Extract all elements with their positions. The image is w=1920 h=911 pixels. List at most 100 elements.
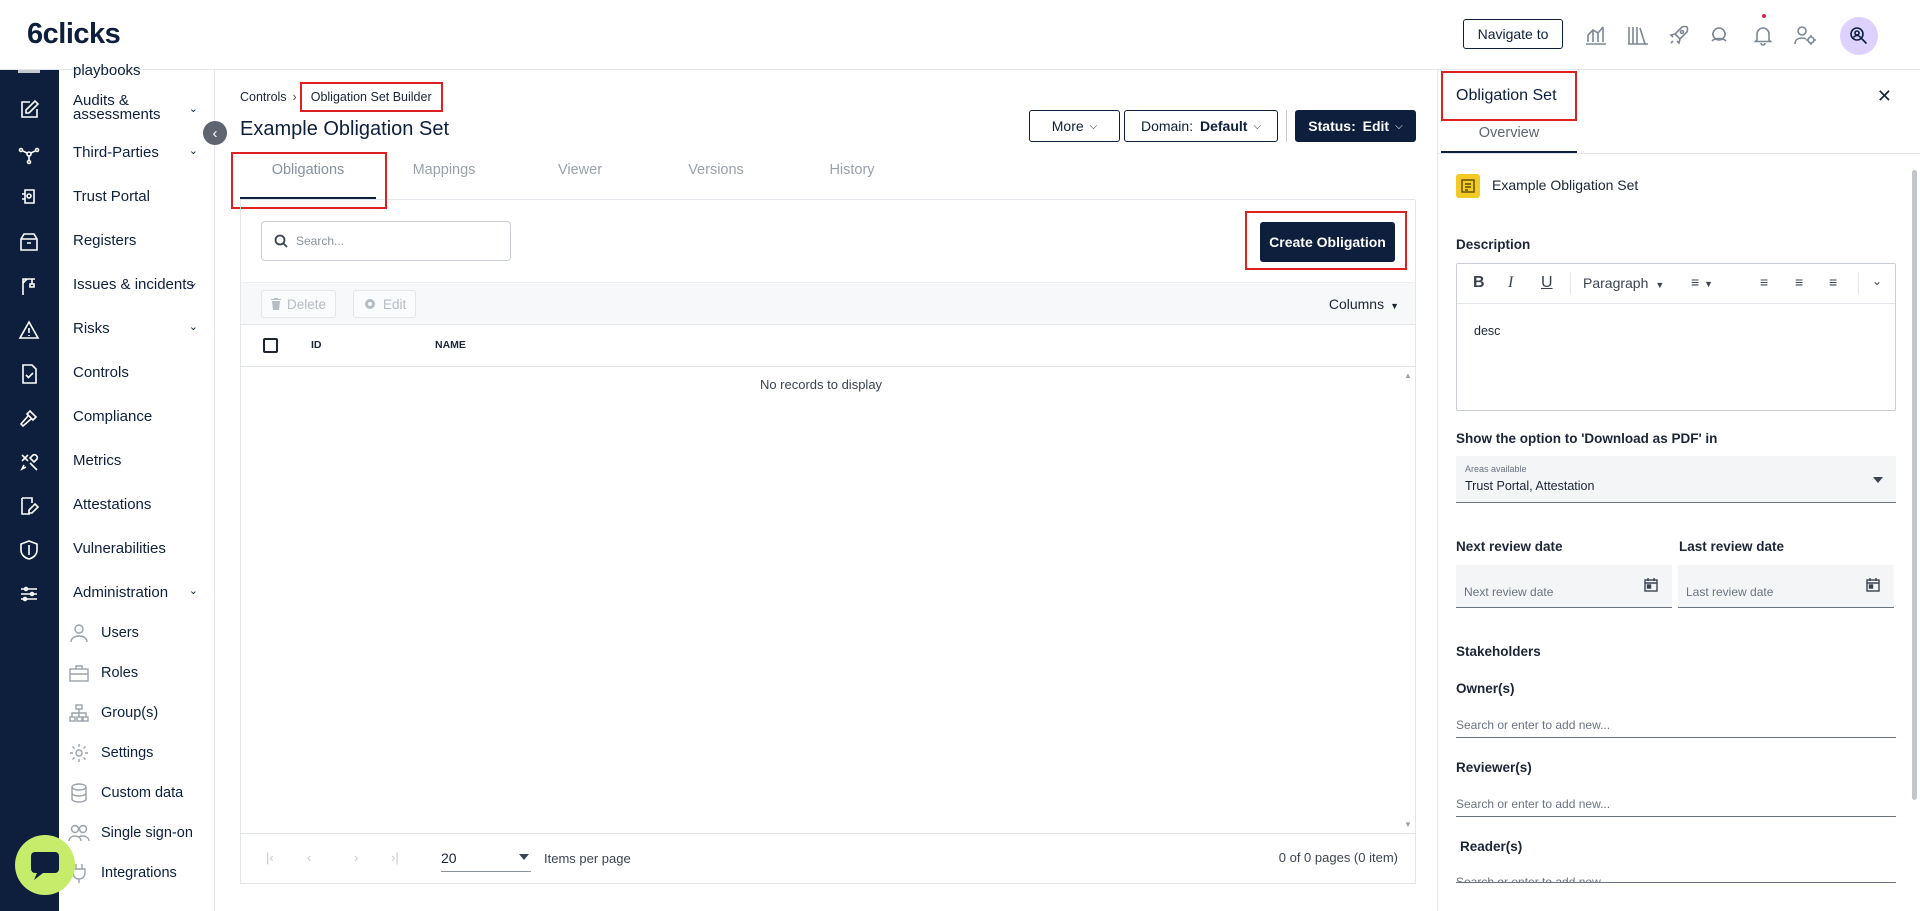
last-page-icon[interactable]: ›| [391,850,399,865]
panel-scrollbar[interactable] [1908,160,1920,910]
analytics-icon[interactable] [1583,22,1609,48]
sidebar-item-vulnerabilities[interactable]: Vulnerabilities [73,540,166,557]
tab-versions[interactable]: Versions [648,162,784,178]
areas-select[interactable]: Areas available Trust Portal, Attestatio… [1456,456,1896,503]
sidebar-item-third-parties[interactable]: Third-Parties [73,144,159,161]
prev-page-icon[interactable]: ‹ [307,850,311,865]
chevron-down-icon[interactable]: ⌄ [1872,274,1882,288]
sidebar-item-audits[interactable]: Audits & assessments [73,93,161,122]
close-icon[interactable]: ✕ [1877,86,1892,107]
tab-overview[interactable]: Overview [1441,125,1577,141]
library-icon[interactable] [1625,22,1651,48]
trash-icon [271,298,281,310]
rail-document-check-icon[interactable] [17,362,41,386]
create-obligation-button[interactable]: Create Obligation [1260,222,1395,262]
sidebar-item-compliance[interactable]: Compliance [73,408,152,425]
app-logo[interactable]: 6clicks [27,18,121,51]
rail-sliders-icon[interactable] [17,582,41,606]
last-review-date-input[interactable]: Last review date [1678,565,1894,608]
sidebar-item-registers[interactable]: Registers [73,232,136,249]
chevron-down-icon[interactable]: ⌄ [189,320,198,333]
columns-menu[interactable]: Columns ▼ [1329,296,1399,312]
rocket-icon[interactable] [1666,22,1692,48]
tab-history[interactable]: History [784,162,920,178]
user-settings-icon[interactable] [1792,22,1818,48]
sidebar-subitem-groups[interactable]: Group(s) [68,701,158,725]
chevron-down-icon[interactable]: ⌄ [189,584,198,597]
sidebar-item-issues[interactable]: Issues & incidents [73,276,194,293]
next-page-icon[interactable]: › [354,850,358,865]
main-tabs: Obligations Mappings Viewer Versions His… [240,160,1415,200]
sidebar-item-administration[interactable]: Administration [73,584,168,601]
grid-scrollbar[interactable]: ▲ ▼ [1401,367,1415,833]
readers-input[interactable]: Search or enter to add new... [1456,871,1896,883]
sidebar-subitem-settings[interactable]: Settings [68,741,153,765]
rail-hammer-icon[interactable] [17,406,41,430]
rail-box-icon[interactable] [17,230,41,254]
sidebar-subitem-roles[interactable]: Roles [68,661,138,685]
navigate-to-button[interactable]: Navigate to [1463,19,1563,49]
underline-icon[interactable]: U [1541,274,1553,292]
user-avatar[interactable] [1840,17,1878,55]
sidebar-item-controls[interactable]: Controls [73,364,129,381]
reviewers-input[interactable]: Search or enter to add new... [1456,793,1896,817]
tab-viewer[interactable]: Viewer [512,162,648,178]
status-button[interactable]: Status: Edit ⌵ [1295,110,1416,142]
column-header-id[interactable]: ID [311,339,322,351]
more-button[interactable]: More ⌵ [1029,110,1120,142]
italic-icon[interactable]: I [1508,274,1513,292]
outdent-icon[interactable]: ≡ [1829,274,1837,290]
column-header-name[interactable]: NAME [435,339,466,351]
top-bar: 6clicks Navigate to [0,0,1920,70]
tab-mappings[interactable]: Mappings [376,162,512,178]
search-icon [274,234,288,248]
rail-crane-icon[interactable] [17,274,41,298]
sidebar-item-metrics[interactable]: Metrics [73,452,121,469]
collapse-sidebar-button[interactable]: ‹ [203,121,227,145]
rail-edit-icon[interactable] [17,98,41,122]
sidebar-subitem-sso[interactable]: Single sign-on [68,821,193,845]
page-info: 0 of 0 pages (0 item) [1278,850,1398,865]
icon-rail [0,70,59,911]
sidebar-item-risks[interactable]: Risks [73,320,110,337]
rail-shield-icon[interactable] [17,538,41,562]
domain-button[interactable]: Domain: Default ⌵ [1124,110,1278,142]
breadcrumb-controls[interactable]: Controls [240,90,287,104]
sidebar-subitem-users[interactable]: Users [68,621,139,645]
search-input[interactable]: Search... [261,221,511,261]
rail-signature-icon[interactable] [17,494,41,518]
bold-icon[interactable]: B [1473,274,1485,292]
next-review-date-input[interactable]: Next review date [1456,565,1672,608]
pdf-option-label: Show the option to 'Download as PDF' in [1456,431,1718,446]
rail-warning-icon[interactable] [17,318,41,342]
rail-tools-icon[interactable] [17,450,41,474]
chat-button[interactable] [15,835,75,895]
paragraph-select[interactable]: Paragraph ▼ [1583,275,1664,291]
rail-portal-icon[interactable] [17,186,41,210]
align-icon[interactable]: ≡ ▼ [1691,274,1713,290]
sidebar-item-trust-portal[interactable]: Trust Portal [73,188,150,205]
chevron-down-icon[interactable]: ⌄ [189,102,198,115]
sidebar-subitem-custom-data[interactable]: Custom data [68,781,183,805]
chevron-down-icon[interactable]: ⌄ [189,276,198,289]
owners-input[interactable]: Search or enter to add new... [1456,714,1896,738]
description-editor[interactable]: B I U Paragraph ▼ ≡ ▼ ≡ ≡ ≡ ⌄ desc [1456,263,1896,411]
ordered-list-icon[interactable]: ≡ [1760,274,1768,290]
bullet-list-icon[interactable]: ≡ [1795,274,1803,290]
scrollbar-thumb[interactable] [1912,170,1917,800]
rail-network-icon[interactable] [17,142,41,166]
org-chart-icon [68,703,90,723]
support-icon[interactable] [1706,22,1732,48]
page-size-select[interactable]: 20 [441,846,531,872]
sidebar-item-playbooks[interactable]: playbooks [73,62,141,79]
chevron-down-icon[interactable]: ⌄ [189,144,198,157]
description-content[interactable]: desc [1474,324,1500,338]
sidebar-subitem-integrations[interactable]: Integrations [68,861,177,885]
delete-button[interactable]: Delete [261,290,337,318]
first-page-icon[interactable]: |‹ [266,850,274,865]
sidebar-item-attestations[interactable]: Attestations [73,496,151,513]
select-all-checkbox[interactable] [263,338,278,353]
bell-icon[interactable] [1750,22,1776,48]
edit-button[interactable]: Edit [353,290,417,318]
owners-label: Owner(s) [1456,681,1515,696]
